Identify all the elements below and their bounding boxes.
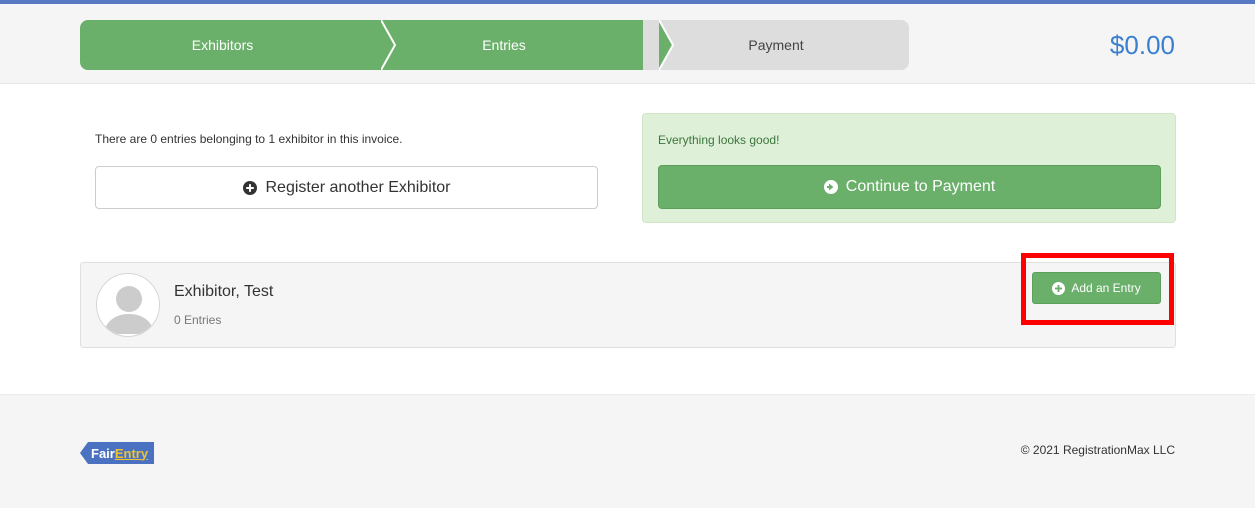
fairentry-logo[interactable]: Fair Entry (80, 442, 155, 464)
step-payment-label: Payment (748, 37, 804, 53)
step-entries-label: Entries (482, 37, 526, 53)
step-exhibitors-label: Exhibitors (191, 37, 254, 53)
step-payment[interactable]: Payment (643, 20, 909, 70)
status-panel: Everything looks good! Continue to Payme… (642, 113, 1176, 223)
invoice-summary-text: There are 0 entries belonging to 1 exhib… (95, 132, 403, 146)
logo-text-entry: Entry (114, 445, 149, 461)
plus-circle-icon (242, 180, 257, 195)
copyright-text: © 2021 RegistrationMax LLC (1020, 443, 1175, 457)
step-entries[interactable]: Entries (365, 20, 675, 70)
step-exhibitors[interactable]: Exhibitors (80, 20, 397, 70)
avatar (96, 273, 160, 337)
logo-tag: Fair Entry (80, 442, 155, 464)
progress-steps: Exhibitors Entries Payment (80, 20, 909, 70)
register-exhibitor-button[interactable]: Register another Exhibitor (95, 166, 598, 209)
invoice-total: $0.00 (1109, 30, 1175, 60)
highlight-box (1021, 253, 1174, 325)
status-message: Everything looks good! (658, 133, 780, 147)
exhibitor-name: Exhibitor, Test (174, 283, 274, 300)
continue-to-payment-button[interactable]: Continue to Payment (658, 165, 1161, 209)
exhibitor-card: Exhibitor, Test 0 Entries (80, 262, 1176, 348)
continue-to-payment-label: Continue to Payment (845, 178, 996, 195)
register-exhibitor-label: Register another Exhibitor (265, 178, 451, 196)
arrow-circle-right-icon (823, 180, 838, 194)
logo-text-fair: Fair (91, 445, 115, 461)
user-placeholder-icon (103, 286, 155, 334)
exhibitor-entry-count: 0 Entries (174, 313, 222, 327)
footer: Fair Entry © 2021 RegistrationMax LLC (0, 394, 1255, 508)
